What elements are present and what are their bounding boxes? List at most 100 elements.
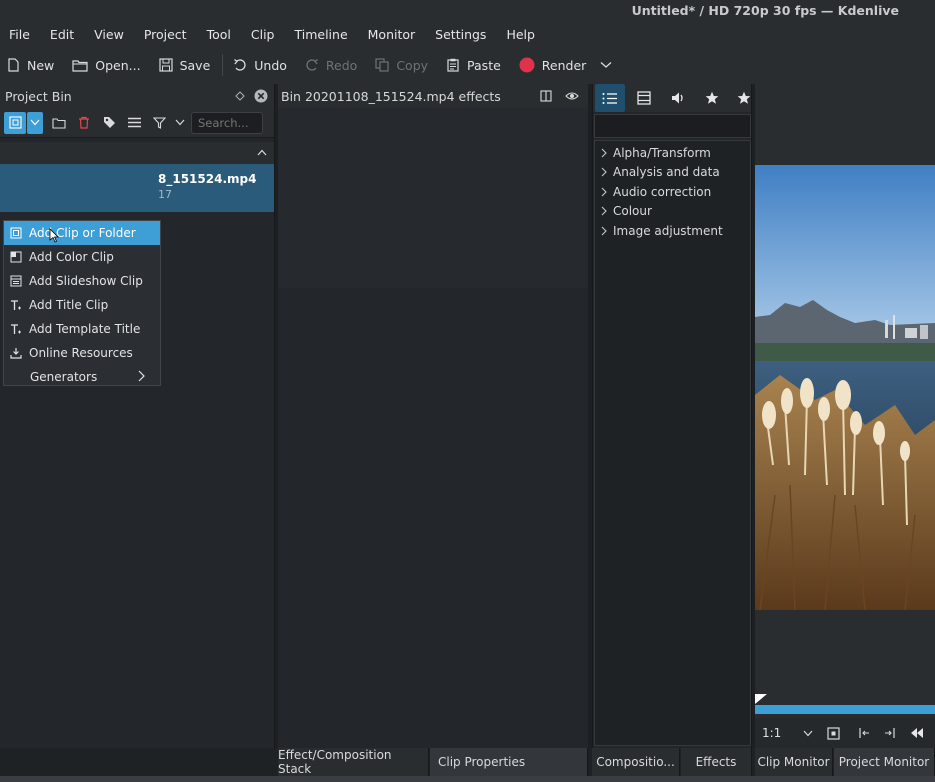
save-button[interactable]: Save [158, 58, 210, 73]
compare-split-icon[interactable] [540, 90, 552, 102]
menu-monitor[interactable]: Monitor [368, 27, 416, 42]
fit-zoom-icon[interactable] [827, 726, 840, 740]
paste-label: Paste [467, 57, 501, 73]
tab-custom-effects[interactable] [695, 84, 729, 112]
menu-add-template-title[interactable]: Add Template Title [4, 317, 160, 341]
open-button[interactable]: Open... [72, 58, 141, 73]
bin-search-input[interactable] [191, 111, 263, 134]
menu-clip[interactable]: Clip [251, 27, 275, 42]
effects-panel: Alpha/Transform Analysis and data Audio … [592, 84, 752, 748]
filter-button[interactable] [147, 112, 171, 134]
paste-button[interactable]: Paste [446, 58, 501, 73]
zoom-level[interactable]: 1:1 [762, 726, 781, 740]
tab-compositions[interactable]: Compositio... [592, 748, 680, 776]
menu-add-clip-or-folder[interactable]: Add Clip or Folder [4, 221, 160, 245]
delete-clip-button[interactable] [72, 112, 96, 134]
chevron-down-icon[interactable] [600, 61, 612, 69]
playhead-marker-icon [755, 694, 767, 704]
tree-item-audio-correction[interactable]: Audio correction [595, 182, 750, 202]
main-toolbar: New Open... Save Undo Redo Copy Paste Re… [0, 46, 935, 84]
menu-edit[interactable]: Edit [50, 27, 74, 42]
tree-item-image-adjustment[interactable]: Image adjustment [595, 221, 750, 241]
menu-online-resources[interactable]: Online Resources [4, 341, 160, 365]
bin-clip-row[interactable]: 8_151524.mp4 17 [0, 164, 274, 212]
tree-item-alpha-transform[interactable]: Alpha/Transform [595, 143, 750, 163]
menu-item-label: Add Clip or Folder [29, 226, 136, 240]
monitor-controls: 1:1 [755, 718, 935, 748]
menu-help[interactable]: Help [506, 27, 535, 42]
tab-label: Compositio... [596, 755, 675, 769]
menu-generators[interactable]: Generators [4, 365, 160, 389]
trash-icon [79, 116, 89, 129]
monitor-video-frame[interactable] [755, 165, 935, 610]
menu-add-title-clip[interactable]: Add Title Clip [4, 293, 160, 317]
menu-item-label: Add Template Title [29, 322, 141, 336]
redo-label: Redo [325, 57, 358, 73]
render-label: Render [541, 57, 587, 73]
copy-label: Copy [396, 57, 429, 73]
create-folder-button[interactable] [47, 112, 71, 134]
slideshow-icon [10, 275, 22, 287]
paste-icon [447, 58, 459, 72]
clip-name: 8_151524.mp4 [158, 172, 257, 186]
menu-timeline[interactable]: Timeline [294, 27, 347, 42]
close-dock-icon[interactable] [254, 89, 268, 103]
tag-button[interactable] [97, 112, 121, 134]
tab-project-monitor[interactable]: Project Monitor [834, 748, 935, 776]
project-bin-title: Project Bin [5, 88, 72, 104]
eye-icon[interactable] [565, 91, 579, 101]
tab-favorite-effects[interactable] [729, 84, 751, 112]
tab-audio-effects[interactable] [661, 84, 695, 112]
menu-view[interactable]: View [94, 27, 124, 42]
tree-item-label: Audio correction [613, 184, 712, 199]
undo-button[interactable]: Undo [233, 58, 287, 73]
menu-add-color-clip[interactable]: Add Color Clip [4, 245, 160, 269]
tab-label: Clip Properties [438, 755, 526, 769]
set-zone-out-icon[interactable] [884, 727, 896, 739]
view-mode-button[interactable] [122, 112, 146, 134]
add-clip-dropdown-arrow[interactable] [27, 111, 43, 134]
tree-item-label: Colour [613, 204, 652, 219]
redo-icon [306, 58, 318, 71]
new-button[interactable]: New [6, 58, 54, 73]
filter-dropdown-arrow[interactable] [172, 112, 188, 134]
chevron-down-icon[interactable] [803, 730, 813, 737]
render-button[interactable]: Render [519, 57, 613, 73]
rewind-icon[interactable] [910, 727, 924, 739]
effect-stack-panel: Bin 20201108_151524.mp4 effects [278, 84, 588, 748]
tab-all-effects[interactable] [595, 84, 625, 112]
set-zone-in-icon[interactable] [858, 727, 870, 739]
monitor-timeline-ruler[interactable] [755, 694, 935, 716]
tab-video-effects[interactable] [627, 84, 661, 112]
bin-toolbar [0, 108, 274, 138]
tab-effect-composition-stack[interactable]: Effect/Composition Stack [278, 748, 429, 776]
menu-tool[interactable]: Tool [207, 27, 231, 42]
tab-label: Clip Monitor [757, 755, 830, 769]
tab-clip-monitor[interactable]: Clip Monitor [755, 748, 833, 776]
effects-search-input[interactable] [594, 114, 751, 138]
redo-button[interactable]: Redo [305, 58, 357, 73]
menu-settings[interactable]: Settings [435, 27, 486, 42]
add-clip-menu-button[interactable] [4, 111, 26, 134]
tab-clip-properties[interactable]: Clip Properties [430, 748, 588, 776]
tree-item-analysis-and-data[interactable]: Analysis and data [595, 163, 750, 183]
clip-duration: 17 [158, 188, 172, 201]
window-title: Untitled* / HD 720p 30 fps — Kdenlive [631, 3, 899, 18]
bin-list-header [0, 142, 274, 164]
tree-item-colour[interactable]: Colour [595, 202, 750, 222]
menu-project[interactable]: Project [144, 27, 187, 42]
tab-effects[interactable]: Effects [681, 748, 752, 776]
menu-add-slideshow-clip[interactable]: Add Slideshow Clip [4, 269, 160, 293]
filter-icon [152, 116, 166, 129]
new-document-icon [8, 58, 19, 72]
project-bin-panel: Project Bin Search... 8_151524.mp4 17 Ad… [0, 84, 275, 748]
window-titlebar: Untitled* / HD 720p 30 fps — Kdenlive [0, 0, 935, 22]
copy-button[interactable]: Copy [375, 58, 428, 73]
tag-icon [103, 117, 115, 128]
float-dock-icon[interactable] [235, 91, 245, 101]
menu-item-label: Online Resources [29, 346, 133, 360]
menu-file[interactable]: File [9, 27, 30, 42]
chevron-up-icon[interactable] [257, 149, 267, 156]
menu-item-label: Add Color Clip [29, 250, 114, 264]
status-strip [0, 776, 935, 782]
